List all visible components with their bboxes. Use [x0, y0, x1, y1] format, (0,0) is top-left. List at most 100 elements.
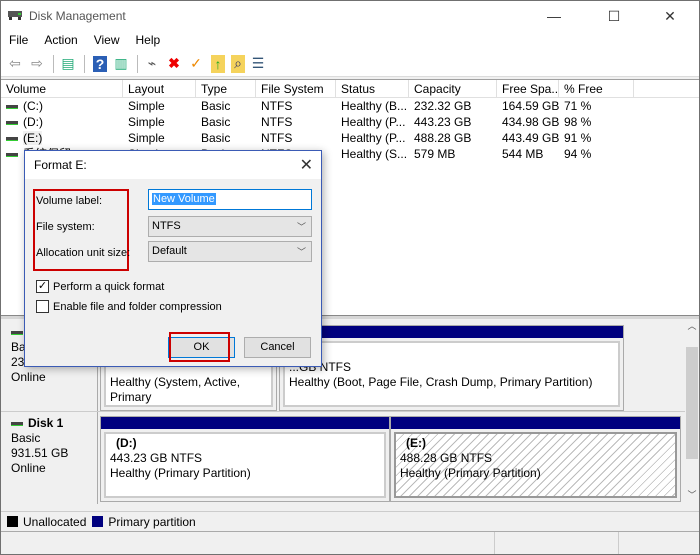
- cell-file-system: NTFS: [261, 115, 293, 129]
- partition-body-selected: (E:) 488.28 GB NTFS Healthy (Primary Par…: [394, 432, 677, 498]
- cell-volume: (E:): [1, 130, 123, 146]
- quick-format-label: Perform a quick format: [53, 280, 165, 293]
- scroll-down-icon[interactable]: ﹀: [685, 488, 699, 501]
- partition-status: Healthy (Primary Partition): [110, 466, 251, 480]
- cell-capacity: 579 MB: [414, 147, 456, 161]
- dialog-title: Format E:: [34, 158, 87, 172]
- primary-partition-bar: [391, 417, 680, 429]
- disk-1-partition-e[interactable]: (E:) 488.28 GB NTFS Healthy (Primary Par…: [390, 416, 681, 502]
- minimize-button[interactable]: —: [531, 1, 577, 31]
- dialog-close-icon[interactable]: ✕: [300, 155, 313, 175]
- cell-capacity: 232.32 GB: [414, 99, 472, 113]
- volume-row[interactable]: (E:) Simple Basic NTFS Healthy (P... 488.28 G…: [1, 130, 699, 146]
- quick-format-checkbox[interactable]: ✓ Perform a quick format: [36, 280, 164, 293]
- volume-icon: [6, 136, 18, 141]
- toolbar-separator: [137, 54, 138, 73]
- column-type[interactable]: Type: [196, 80, 256, 97]
- legend: Unallocated Primary partition: [1, 511, 699, 531]
- cell-free-space: 434.98 GB: [502, 115, 559, 129]
- cell-status: Healthy (P...: [341, 131, 406, 145]
- cell-status: Healthy (P...: [341, 115, 406, 129]
- graph-scrollbar[interactable]: ︿ ﹀: [685, 319, 699, 507]
- partition-status: Healthy (System, Active, Primary: [110, 375, 241, 404]
- scroll-up-icon[interactable]: ︿: [685, 319, 699, 333]
- allocation-unit-size-value: Default: [152, 245, 187, 257]
- column-capacity[interactable]: Capacity: [409, 80, 497, 97]
- help-button[interactable]: ?: [93, 55, 107, 72]
- partition-body: (D:) 443.23 GB NTFS Healthy (Primary Par…: [104, 432, 386, 498]
- disk-0-partition-c[interactable]: ...GB NTFS Healthy (Boot, Page File, Cra…: [279, 325, 624, 411]
- allocation-unit-size-label: Allocation unit size:: [36, 247, 131, 259]
- folder-up-icon: ↑: [214, 55, 222, 72]
- folder-up-button[interactable]: ↑: [211, 54, 225, 73]
- chevron-down-icon: ﹀: [296, 247, 306, 257]
- column-empty: [634, 80, 699, 97]
- cell-status: Healthy (B...: [341, 99, 408, 113]
- toolbar-separator: [84, 54, 85, 73]
- disk-0-status: Online: [11, 370, 46, 384]
- volume-row[interactable]: (D:) Simple Basic NTFS Healthy (P... 443.23 G…: [1, 114, 699, 130]
- cell-file-system: NTFS: [261, 131, 293, 145]
- status-bar: [1, 531, 699, 554]
- cell-free-space: 544 MB: [502, 147, 544, 161]
- format-dialog: Format E: ✕ Volume label: File system: A…: [24, 150, 322, 367]
- connect-button[interactable]: ⌁: [142, 54, 162, 74]
- compression-checkbox[interactable]: Enable file and folder compression: [36, 300, 222, 313]
- dialog-title-bar[interactable]: Format E: ✕: [25, 151, 321, 179]
- column-percent-free[interactable]: % Free: [559, 80, 634, 97]
- partition-size: 443.23 GB NTFS: [110, 451, 203, 465]
- column-layout[interactable]: Layout: [123, 80, 196, 97]
- file-system-dropdown[interactable]: NTFS ﹀: [148, 216, 312, 237]
- properties-button[interactable]: ✓: [186, 54, 206, 74]
- column-free-space[interactable]: Free Spa...: [497, 80, 559, 97]
- close-icon: ✕: [664, 7, 676, 24]
- volume-label-input[interactable]: New Volume: [148, 189, 312, 210]
- title-bar[interactable]: Disk Management — ☐ ✕: [1, 1, 699, 31]
- legend-unallocated: Unallocated: [23, 514, 87, 529]
- disk-1-partition-d[interactable]: (D:) 443.23 GB NTFS Healthy (Primary Par…: [100, 416, 390, 502]
- menu-view[interactable]: View: [86, 31, 128, 51]
- unallocated-swatch: [7, 516, 18, 527]
- volume-name: (E:): [23, 131, 43, 145]
- cell-file-system: NTFS: [261, 99, 293, 113]
- forward-button[interactable]: ⇨: [27, 54, 47, 74]
- list-view-icon: ☰: [251, 55, 265, 71]
- menu-help[interactable]: Help: [128, 31, 169, 51]
- show-hide-action-pane-button[interactable]: ▥: [111, 54, 131, 74]
- volume-label-label: Volume label:: [36, 195, 103, 207]
- disk-1-info[interactable]: Disk 1 Basic 931.51 GB Online: [1, 412, 98, 504]
- column-status[interactable]: Status: [336, 80, 409, 97]
- connect-icon: ⌁: [147, 55, 157, 71]
- primary-partition-swatch: [92, 516, 104, 527]
- partition-status: Healthy (Boot, Page File, Crash Dump, Pr…: [289, 375, 593, 389]
- cell-type: Basic: [201, 99, 231, 113]
- volume-row[interactable]: (C:) Simple Basic NTFS Healthy (B... 232.32 G…: [1, 98, 699, 114]
- column-file-system[interactable]: File System: [256, 80, 336, 97]
- back-button[interactable]: ⇦: [5, 54, 25, 74]
- disk-1-type: Basic: [11, 431, 41, 445]
- search-button[interactable]: ⌕: [231, 54, 245, 73]
- cell-capacity: 488.28 GB: [414, 131, 472, 145]
- cell-volume: (C:): [1, 98, 123, 114]
- properties-icon: ✓: [190, 55, 202, 71]
- scrollbar-thumb[interactable]: [686, 347, 698, 459]
- close-button[interactable]: ✕: [647, 1, 693, 31]
- search-icon: ⌕: [234, 55, 242, 71]
- delete-button[interactable]: ✖: [164, 54, 184, 74]
- list-view-button[interactable]: ☰: [248, 54, 268, 74]
- menu-file[interactable]: File: [1, 31, 36, 51]
- volume-name: (C:): [23, 99, 43, 113]
- maximize-button[interactable]: ☐: [591, 1, 637, 31]
- column-volume[interactable]: Volume: [1, 80, 123, 97]
- disk-management-app-icon: [8, 11, 22, 20]
- menu-action[interactable]: Action: [36, 31, 85, 51]
- primary-partition-bar: [101, 417, 389, 429]
- cell-percent-free: 94 %: [564, 147, 592, 161]
- forward-icon: ⇨: [31, 55, 43, 71]
- disk-icon: [11, 421, 23, 426]
- primary-partition-bar: [280, 326, 623, 338]
- show-hide-action-pane-icon: ▥: [114, 55, 128, 71]
- allocation-unit-size-dropdown[interactable]: Default ﹀: [148, 241, 312, 262]
- cancel-button[interactable]: Cancel: [244, 337, 311, 358]
- show-hide-console-tree-button[interactable]: ▤: [58, 54, 78, 74]
